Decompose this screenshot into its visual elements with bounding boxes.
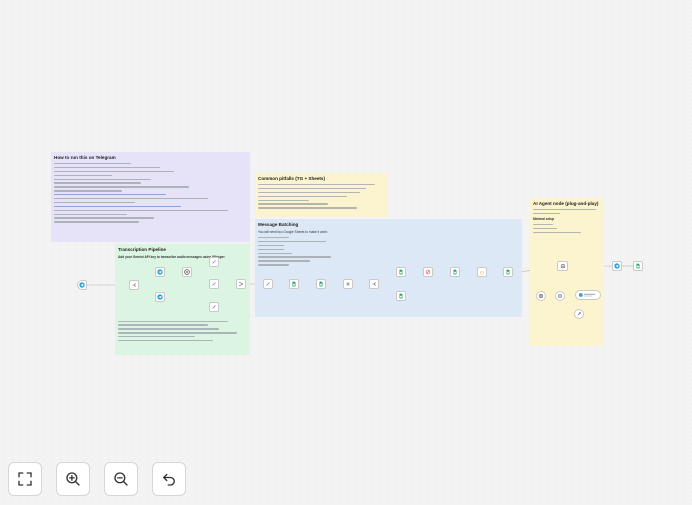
merge-node[interactable] [236, 279, 246, 289]
edit-fields-node[interactable] [209, 302, 219, 312]
wrench-icon [577, 312, 581, 316]
sheets-clear-node[interactable] [503, 267, 513, 277]
undo-icon [163, 473, 175, 486]
wait-node[interactable] [423, 267, 433, 277]
sheets-get-node[interactable] [450, 267, 460, 277]
fit-view-icon [18, 472, 32, 486]
telegram-icon [157, 294, 163, 300]
send-message-node[interactable] [612, 261, 622, 271]
no-operation-icon [425, 269, 431, 275]
zoom-out-button[interactable] [104, 462, 138, 496]
tool-icon [578, 293, 596, 297]
edit-fields-node[interactable] [209, 279, 219, 289]
google-sheets-icon [319, 281, 323, 287]
tool-node[interactable] [575, 290, 601, 300]
switch-node[interactable] [129, 280, 139, 290]
telegram-icon [157, 269, 163, 275]
ai-model-icon [184, 269, 190, 275]
pencil-icon [266, 282, 270, 286]
chat-model-node[interactable] [536, 291, 546, 301]
note-common-pitfalls[interactable]: Common pitfalls (TG + Sheets) [255, 173, 388, 217]
wait-node[interactable] [343, 279, 353, 289]
note-title: Transcription Pipeline [118, 247, 166, 252]
robot-icon [560, 263, 565, 269]
note-title: AI Agent node (plug-and-play) [533, 201, 599, 206]
memory-node[interactable] [555, 291, 565, 301]
zoom-out-icon [114, 472, 128, 486]
zoom-in-icon [66, 472, 80, 486]
workflow-canvas[interactable]: How to run this on Telegram Transcriptio… [0, 0, 692, 505]
merge-icon [239, 281, 244, 287]
sheets-read-node[interactable] [316, 279, 326, 289]
ai-model-icon [538, 293, 544, 299]
pause-icon [346, 282, 350, 286]
memory-icon [558, 294, 562, 298]
sheets-update-node[interactable] [396, 267, 406, 277]
telegram-trigger-node[interactable] [77, 280, 87, 290]
code-node[interactable]: {} [477, 267, 487, 277]
pencil-icon [212, 260, 216, 264]
google-sheets-icon [399, 269, 403, 275]
svg-text:{}: {} [480, 270, 484, 274]
note-telegram-setup[interactable]: How to run this on Telegram [51, 152, 250, 242]
note-transcription-pipeline[interactable]: Transcription Pipeline Add your Gemini A… [115, 244, 250, 355]
note-subtitle: You will need two Google Sheets to make … [258, 230, 328, 234]
google-sheets-icon [636, 263, 640, 269]
ai-agent-node[interactable] [557, 261, 568, 271]
fit-view-button[interactable] [8, 462, 42, 496]
pencil-icon [212, 282, 216, 286]
if-node[interactable] [369, 279, 379, 289]
branch-icon [372, 282, 376, 286]
transcribe-node[interactable] [182, 267, 192, 277]
sheets-update-node[interactable] [396, 291, 406, 301]
telegram-icon [614, 263, 620, 269]
edit-fields-node[interactable] [209, 257, 219, 267]
google-sheets-icon [292, 281, 296, 287]
note-title: How to run this on Telegram [54, 155, 116, 160]
telegram-icon [79, 282, 85, 288]
sheets-append-node[interactable] [289, 279, 299, 289]
get-file-node[interactable] [155, 267, 165, 277]
edit-fields-node[interactable] [263, 279, 273, 289]
google-sheets-icon [506, 269, 510, 275]
code-braces-icon: {} [480, 270, 484, 274]
note-title: Message Batching [258, 222, 299, 227]
switch-icon [132, 283, 136, 287]
note-subtitle: Add your Gemini API key to transcribe au… [118, 255, 225, 259]
google-sheets-icon [453, 269, 457, 275]
note-subtitle: Minimal setup [533, 216, 555, 221]
pencil-icon [212, 305, 216, 309]
zoom-in-button[interactable] [56, 462, 90, 496]
reset-zoom-button[interactable] [152, 462, 186, 496]
think-tool-node[interactable] [574, 309, 584, 319]
text-message-node[interactable] [155, 292, 165, 302]
note-ai-agent[interactable]: AI Agent node (plug-and-play) Minimal se… [530, 198, 604, 346]
google-sheets-icon [399, 293, 403, 299]
sheets-log-node[interactable] [633, 261, 643, 271]
note-title: Common pitfalls (TG + Sheets) [258, 176, 325, 181]
